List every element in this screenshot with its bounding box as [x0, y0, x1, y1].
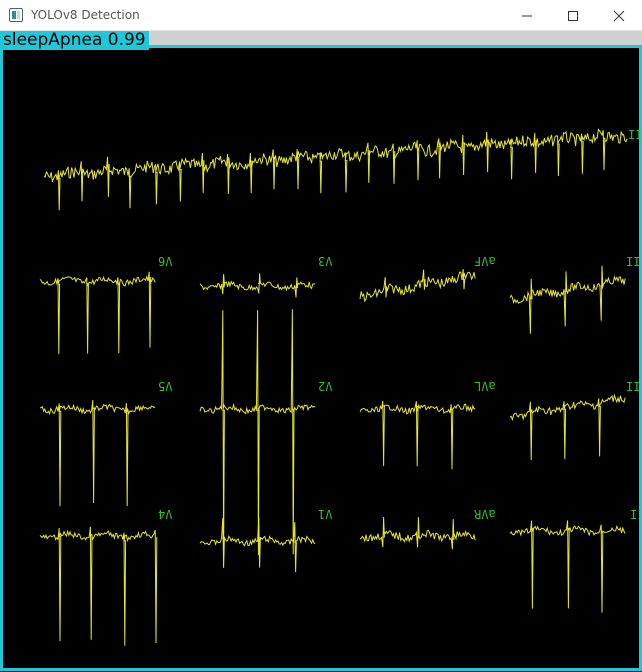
- window-title: YOLOv8 Detection: [31, 8, 140, 22]
- lead-label-avr: aVR: [474, 507, 496, 521]
- title-bar[interactable]: YOLOv8 Detection: [0, 0, 642, 31]
- lead-label-v6: V6: [158, 254, 173, 268]
- lead-label-i: I: [630, 507, 638, 521]
- lead-label-iii: III: [626, 254, 642, 268]
- minimize-button[interactable]: [504, 0, 550, 31]
- window-controls: [504, 0, 642, 31]
- lead-label-ii: II: [626, 379, 641, 393]
- maximize-button[interactable]: [550, 0, 596, 31]
- app-window: YOLOv8 Detection sleepApnea 0.99 V6 V3 a…: [0, 0, 642, 672]
- lead-label-v4: V4: [158, 507, 173, 521]
- lead-label-avl: aVL: [474, 379, 496, 393]
- lead-label-v1: V1: [318, 507, 333, 521]
- lead-label-avf: aVF: [474, 254, 496, 268]
- lead-label-v2: V2: [318, 379, 333, 393]
- close-icon: [613, 10, 625, 21]
- close-button[interactable]: [596, 0, 642, 31]
- lead-label-v5: V5: [158, 379, 173, 393]
- minimize-icon: [522, 15, 532, 16]
- detection-image: sleepApnea 0.99 V6 V3 aVF III V5 V2 aVL …: [0, 31, 642, 672]
- lead-label-rhythm: II: [628, 127, 642, 141]
- app-window-icon: [9, 8, 23, 22]
- lead-label-v3: V3: [318, 254, 333, 268]
- detection-bounding-box: [0, 45, 642, 671]
- detection-label: sleepApnea 0.99: [0, 31, 149, 50]
- maximize-icon: [568, 10, 578, 21]
